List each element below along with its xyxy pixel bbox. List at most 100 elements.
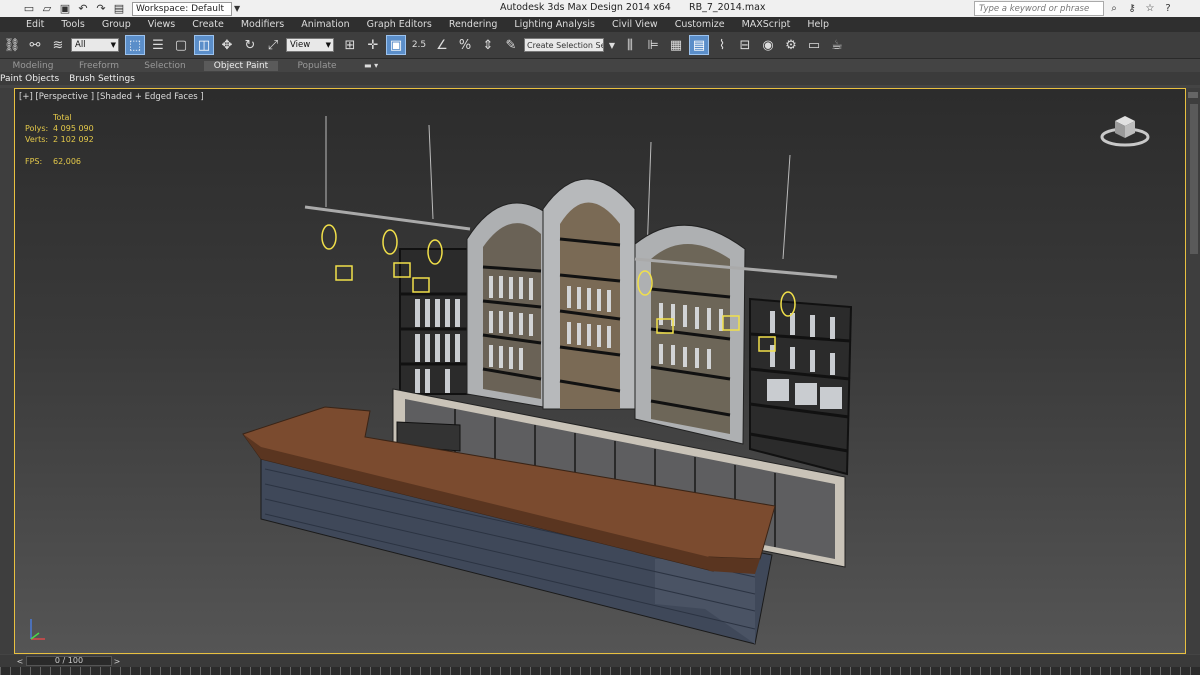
tab-modeling[interactable]: Modeling	[0, 61, 66, 71]
selection-filter-dropdown[interactable]: All ▼	[71, 38, 119, 52]
stats-fps-label: FPS:	[25, 157, 43, 166]
perspective-viewport[interactable]: [+] [Perspective ] [Shaded + Edged Faces…	[14, 88, 1186, 654]
time-slider-prev-icon[interactable]: <	[14, 656, 26, 666]
menu-tools[interactable]: Tools	[61, 19, 84, 30]
viewport-label[interactable]: [+] [Perspective ] [Shaded + Edged Faces…	[19, 92, 204, 102]
ribbon-panel-bar: Paint Objects Brush Settings	[0, 72, 1200, 85]
select-and-link-icon[interactable]: ⛓	[2, 35, 22, 55]
curve-editor-icon[interactable]: ⌇	[712, 35, 732, 55]
stats-verts-label: Verts:	[25, 135, 49, 144]
stats-gap	[25, 145, 94, 156]
star-icon[interactable]: ☆	[1144, 1, 1156, 15]
bind-to-space-warp-icon[interactable]: ≋	[48, 35, 68, 55]
panel-paint-objects[interactable]: Paint Objects	[0, 74, 59, 84]
stats-polys-row: Polys: 4 095 090	[25, 123, 94, 134]
menu-maxscript[interactable]: MAXScript	[742, 19, 791, 30]
axis-gizmo	[30, 619, 45, 640]
scale-icon[interactable]: ⤢	[263, 35, 283, 55]
ribbon-tab-bar: Modeling Freeform Selection Object Paint…	[0, 59, 1200, 72]
time-slider-next-icon[interactable]: >	[112, 656, 122, 666]
pivot-center-icon[interactable]: ⊞	[340, 35, 360, 55]
search-input[interactable]: Type a keyword or phrase	[974, 1, 1104, 16]
stats-verts-value: 2 102 092	[53, 135, 94, 144]
select-manipulate-icon[interactable]: ✛	[363, 35, 383, 55]
render-setup-icon[interactable]: ⚙	[781, 35, 801, 55]
schematic-view-icon[interactable]: ⊟	[735, 35, 755, 55]
right-scrollbar[interactable]	[1186, 88, 1200, 654]
edit-named-selection-icon[interactable]: ✎	[501, 35, 521, 55]
angle-snap-icon[interactable]: ∠	[432, 35, 452, 55]
select-by-name-icon[interactable]: ☰	[148, 35, 168, 55]
rotate-icon[interactable]: ↻	[240, 35, 260, 55]
menu-bar: Edit Tools Group Views Create Modifiers …	[0, 17, 1200, 32]
reference-coordinate-dropdown[interactable]: View ▼	[286, 38, 334, 52]
viewcube-icon[interactable]	[1100, 111, 1150, 149]
align-icon[interactable]: ⊫	[643, 35, 663, 55]
menu-rendering[interactable]: Rendering	[449, 19, 498, 30]
snaps-toggle-icon[interactable]: 2.5	[409, 35, 429, 55]
spinner-snap-icon[interactable]: ⇕	[478, 35, 498, 55]
menu-civil-view[interactable]: Civil View	[612, 19, 658, 30]
workspace-dropdown[interactable]: Workspace: Default	[132, 1, 232, 16]
percent-snap-icon[interactable]: %	[455, 35, 475, 55]
keyboard-shortcut-override-icon[interactable]: ▣	[386, 35, 406, 55]
help-icon[interactable]: ?	[1162, 1, 1174, 15]
menu-graph-editors[interactable]: Graph Editors	[367, 19, 432, 30]
mirror-icon[interactable]: ⫼	[620, 35, 640, 55]
track-bar[interactable]	[0, 667, 1200, 675]
infocenter-tools: ⌕ ⚷ ☆ ?	[1108, 1, 1174, 15]
menu-group[interactable]: Group	[102, 19, 131, 30]
time-slider[interactable]: < 0 / 100 >	[0, 655, 1200, 667]
bar-scene	[30, 116, 853, 645]
key-icon[interactable]: ⚷	[1126, 1, 1138, 15]
stats-fps-value: 62,006	[53, 157, 81, 166]
project-folder-icon[interactable]: ▤	[112, 2, 126, 15]
stats-spacer	[25, 112, 53, 123]
rectangular-selection-icon[interactable]: ▢	[171, 35, 191, 55]
tab-freeform[interactable]: Freeform	[66, 61, 132, 71]
stats-fps-row: FPS: 62,006	[25, 156, 94, 167]
tab-object-paint[interactable]: Object Paint	[204, 60, 278, 71]
redo-icon[interactable]: ↷	[94, 2, 108, 15]
panel-brush-settings[interactable]: Brush Settings	[69, 74, 135, 84]
undo-icon[interactable]: ↶	[76, 2, 90, 15]
ribbon-options-icon[interactable]: ▬ ▾	[364, 61, 378, 70]
save-icon[interactable]: ▣	[58, 2, 72, 15]
tab-selection[interactable]: Selection	[132, 61, 198, 71]
snap-label: 2.5	[411, 40, 427, 50]
new-file-icon[interactable]: ▭	[22, 2, 36, 15]
menu-create[interactable]: Create	[192, 19, 224, 30]
time-slider-frame-display[interactable]: 0 / 100	[26, 656, 112, 666]
select-object-icon[interactable]: ⬚	[125, 35, 145, 55]
stats-total-label: Total	[53, 113, 72, 122]
menu-customize[interactable]: Customize	[675, 19, 725, 30]
render-production-icon[interactable]: ☕	[827, 35, 847, 55]
ref-coord-value: View	[290, 40, 311, 50]
menu-lighting-analysis[interactable]: Lighting Analysis	[514, 19, 595, 30]
tab-populate[interactable]: Populate	[284, 61, 350, 71]
chevron-down-icon: ▼	[325, 41, 331, 49]
app-title: Autodesk 3ds Max Design 2014 x64	[500, 2, 671, 13]
open-file-icon[interactable]: ▱	[40, 2, 54, 15]
menu-animation[interactable]: Animation	[301, 19, 349, 30]
menu-modifiers[interactable]: Modifiers	[241, 19, 284, 30]
quick-access-toolbar: ▭ ▱ ▣ ↶ ↷ ▤	[0, 2, 126, 15]
graphite-toolbar-icon[interactable]: ▤	[689, 35, 709, 55]
menu-views[interactable]: Views	[148, 19, 176, 30]
chevron-down-icon[interactable]: ▼	[234, 2, 242, 16]
unlink-icon[interactable]: ⚯	[25, 35, 45, 55]
menu-help[interactable]: Help	[807, 19, 829, 30]
named-selection-sets-field[interactable]: Create Selection Se	[524, 38, 604, 52]
window-crossing-icon[interactable]: ◫	[194, 35, 214, 55]
layer-manager-icon[interactable]: ▦	[666, 35, 686, 55]
arched-shelves	[466, 178, 746, 445]
chevron-down-icon: ▼	[110, 41, 116, 49]
material-editor-icon[interactable]: ◉	[758, 35, 778, 55]
rendered-frame-window-icon[interactable]: ▭	[804, 35, 824, 55]
named-selection-chevron-icon[interactable]: ▼	[607, 35, 617, 55]
stats-polys-label: Polys:	[25, 124, 49, 133]
move-icon[interactable]: ✥	[217, 35, 237, 55]
menu-edit[interactable]: Edit	[26, 19, 44, 30]
file-name: RB_7_2014.max	[688, 2, 766, 13]
search-icon[interactable]: ⌕	[1108, 1, 1120, 15]
